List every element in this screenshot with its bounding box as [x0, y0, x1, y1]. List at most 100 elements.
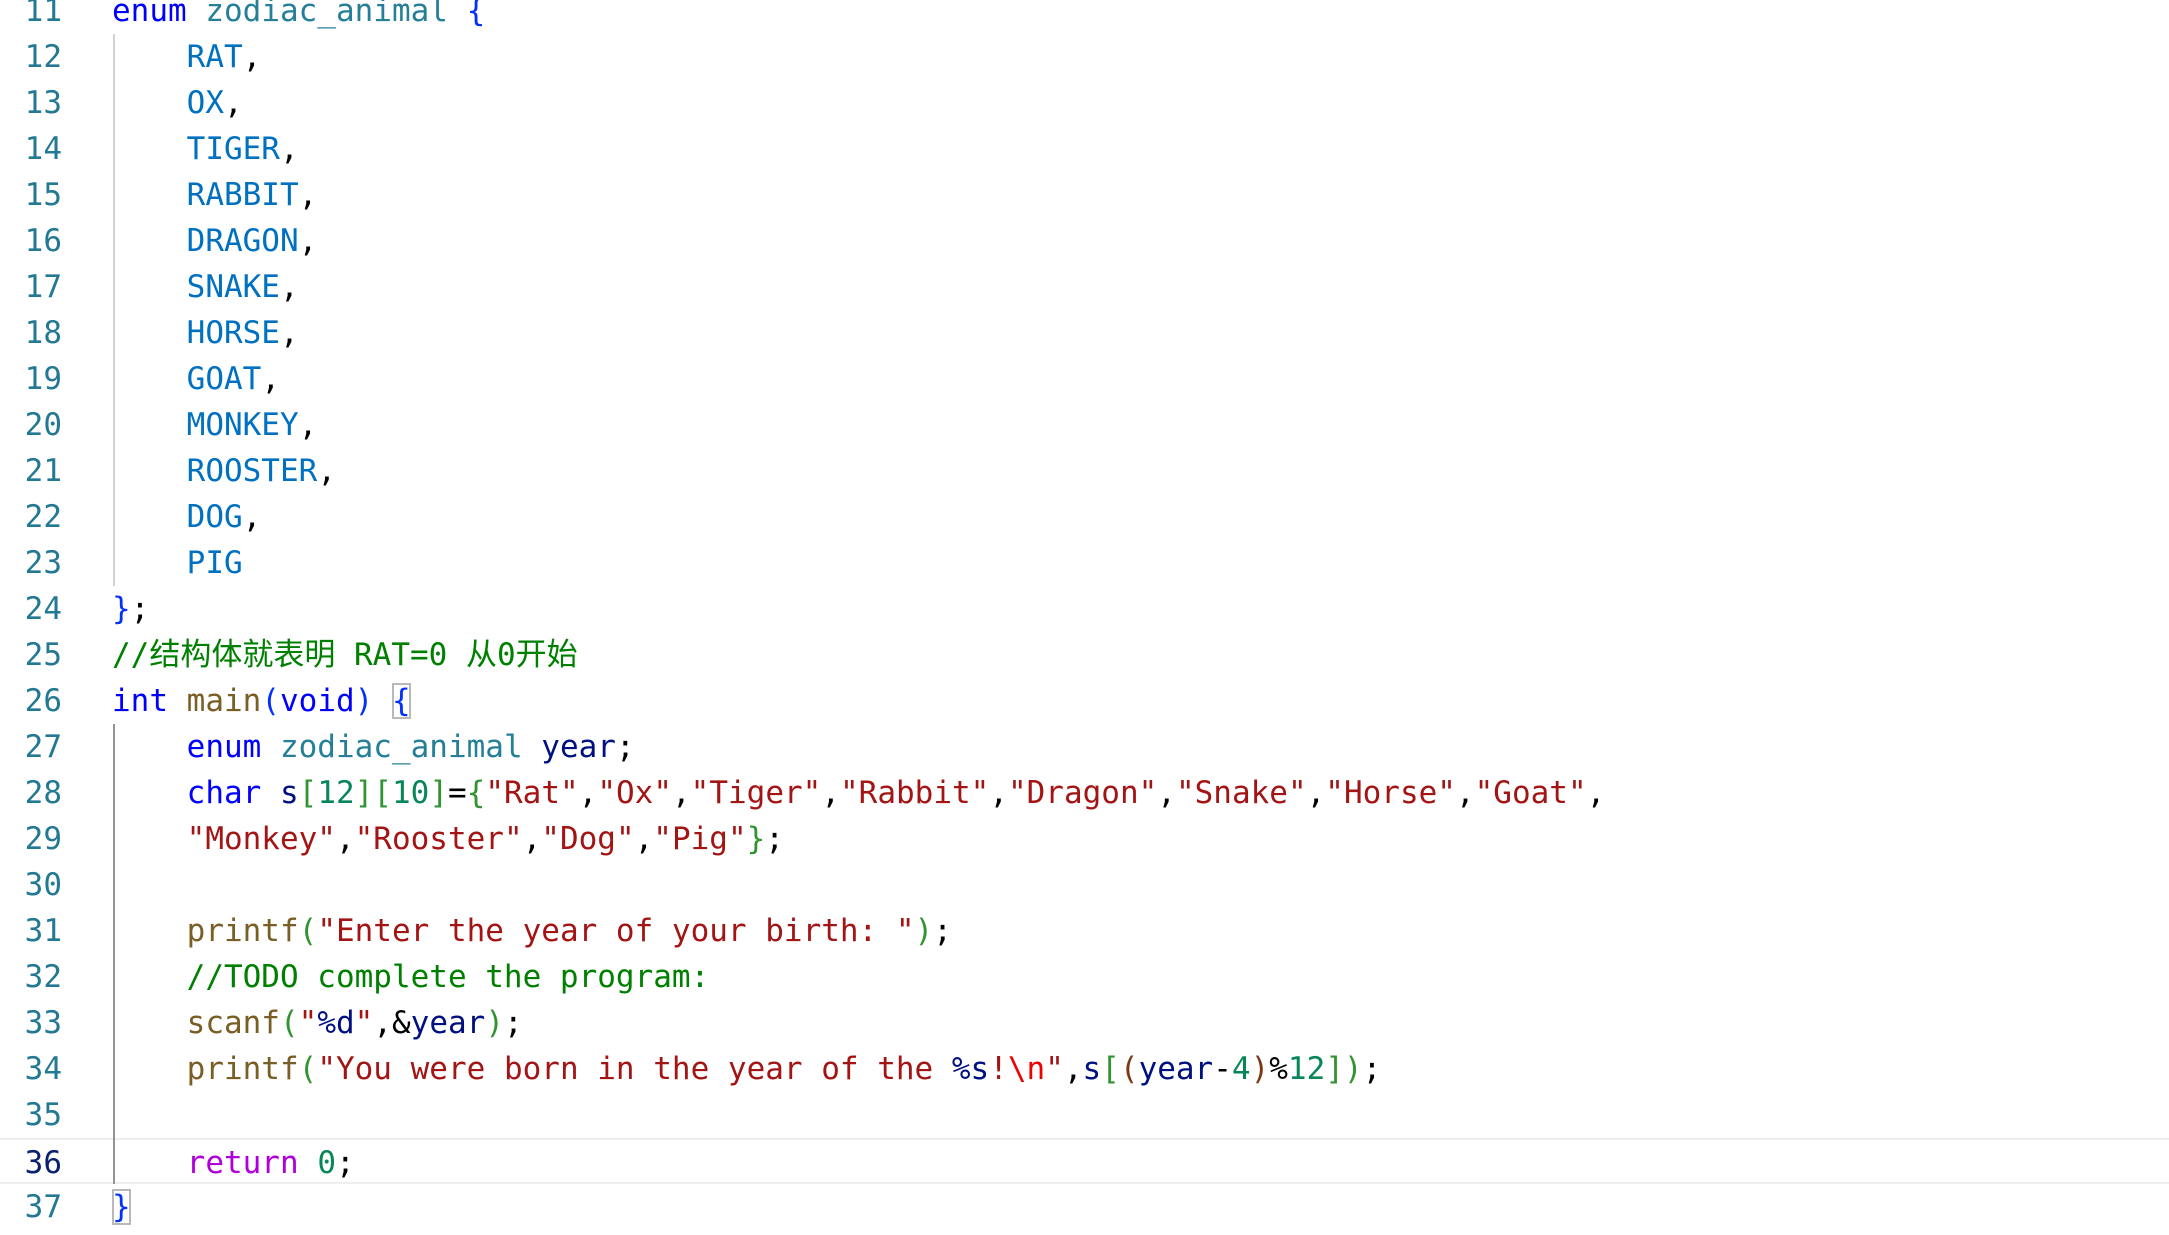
code-text[interactable]: RABBIT, — [112, 172, 318, 218]
code-token: return — [186, 1145, 299, 1181]
code-token: , — [634, 821, 654, 857]
code-editor[interactable]: 11 enum zodiac_animal {12 RAT, 13 OX, 14 TI… — [0, 0, 2169, 1235]
code-line[interactable]: 26 int main(void) { — [0, 678, 2169, 724]
code-token: year — [410, 1005, 486, 1041]
code-text[interactable]: //TODO complete the program: — [112, 954, 710, 1000]
code-text[interactable]: PIG — [112, 540, 243, 586]
code-text[interactable]: enum zodiac_animal { — [112, 0, 485, 34]
code-token: int — [112, 683, 168, 719]
code-text[interactable]: char s[12][10]={"Rat","Ox","Tiger","Rabb… — [112, 770, 1606, 816]
code-line[interactable]: 18 HORSE, — [0, 310, 2169, 356]
code-text[interactable]: scanf("%d",&year); — [112, 1000, 523, 1046]
code-line[interactable]: 21 ROOSTER, — [0, 448, 2169, 494]
code-token: ROOSTER — [186, 453, 318, 489]
code-token: { — [392, 683, 411, 719]
code-line[interactable]: 12 RAT, — [0, 34, 2169, 80]
code-text[interactable]: } — [112, 1184, 131, 1230]
code-text[interactable]: int main(void) { — [112, 678, 411, 724]
code-line[interactable]: 17 SNAKE, — [0, 264, 2169, 310]
code-token: " — [298, 1005, 318, 1041]
code-text[interactable]: MONKEY, — [112, 402, 318, 448]
code-line[interactable]: 34 printf("You were born in the year of … — [0, 1046, 2169, 1092]
code-token: , — [1157, 775, 1176, 811]
code-line[interactable]: 32 //TODO complete the program: — [0, 954, 2169, 1000]
code-text[interactable]: GOAT, — [112, 356, 280, 402]
code-line[interactable]: 13 OX, — [0, 80, 2169, 126]
code-text[interactable]: DRAGON, — [112, 218, 318, 264]
line-number: 20 — [24, 407, 62, 443]
code-token: OX — [186, 85, 224, 121]
code-text[interactable]: //结构体就表明 RAT=0 从0开始 — [112, 632, 578, 678]
code-text[interactable]: HORSE, — [112, 310, 299, 356]
code-line[interactable]: 35 — [0, 1092, 2169, 1138]
line-number: 31 — [24, 913, 62, 949]
code-text[interactable]: SNAKE, — [112, 264, 299, 310]
code-text[interactable]: enum zodiac_animal year; — [112, 724, 635, 770]
code-text[interactable]: printf("You were born in the year of the… — [112, 1046, 1382, 1092]
line-number: 19 — [24, 361, 62, 397]
code-token: , — [279, 131, 299, 167]
code-text[interactable]: printf("Enter the year of your birth: ")… — [112, 908, 952, 954]
code-token: //TODO complete the program: — [186, 959, 710, 995]
code-line[interactable]: 15 RABBIT, — [0, 172, 2169, 218]
line-number: 22 — [24, 499, 62, 535]
code-line[interactable]: 29 "Monkey","Rooster","Dog","Pig"}; — [0, 816, 2169, 862]
code-token: , — [223, 85, 243, 121]
code-token: void — [280, 683, 355, 719]
code-token: , — [279, 269, 299, 305]
code-text[interactable]: }; — [112, 586, 149, 632]
code-token: year — [1138, 1051, 1214, 1087]
code-line[interactable]: 27 enum zodiac_animal year; — [0, 724, 2169, 770]
code-line[interactable]: 11 enum zodiac_animal { — [0, 0, 2169, 34]
code-token: DOG — [186, 499, 243, 535]
code-text[interactable]: "Monkey","Rooster","Dog","Pig"}; — [112, 816, 784, 862]
code-token: PIG — [186, 545, 243, 581]
line-number: 27 — [24, 729, 62, 765]
code-line[interactable]: 14 TIGER, — [0, 126, 2169, 172]
code-line[interactable]: 19 GOAT, — [0, 356, 2169, 402]
code-token: "Rooster" — [354, 821, 523, 857]
code-line[interactable]: 37} — [0, 1184, 2169, 1230]
code-token: } — [112, 591, 131, 627]
code-line[interactable]: 16 DRAGON, — [0, 218, 2169, 264]
code-token: , — [242, 39, 262, 75]
code-token: ,& — [373, 1005, 411, 1041]
code-text[interactable]: DOG, — [112, 494, 262, 540]
code-line[interactable]: 25 //结构体就表明 RAT=0 从0开始 — [0, 632, 2169, 678]
code-line[interactable]: 31 printf("Enter the year of your birth:… — [0, 908, 2169, 954]
code-token: scanf — [186, 1005, 280, 1041]
code-token: , — [279, 315, 299, 351]
code-line[interactable]: 28 char s[12][10]={"Rat","Ox","Tiger","R… — [0, 770, 2169, 816]
code-token: \n — [1007, 1051, 1046, 1087]
code-line[interactable]: 33 scanf("%d",&year); — [0, 1000, 2169, 1046]
line-number: 13 — [24, 85, 62, 121]
code-line[interactable]: 20 MONKEY, — [0, 402, 2169, 448]
code-text[interactable]: return 0; — [112, 1140, 355, 1186]
code-token: "Monkey" — [186, 821, 336, 857]
code-token: "Ox" — [597, 775, 672, 811]
code-line[interactable]: 30 — [0, 862, 2169, 908]
code-text[interactable]: TIGER, — [112, 126, 299, 172]
code-line[interactable]: 24}; — [0, 586, 2169, 632]
code-line[interactable]: 22 DOG, — [0, 494, 2169, 540]
code-text[interactable]: OX, — [112, 80, 243, 126]
code-token: "Dog" — [541, 821, 635, 857]
code-text[interactable]: RAT, — [112, 34, 262, 80]
code-line[interactable]: 23 PIG — [0, 540, 2169, 586]
line-number: 12 — [24, 39, 62, 75]
code-text[interactable]: ROOSTER, — [112, 448, 336, 494]
code-line[interactable]: 36 return 0; — [0, 1138, 2169, 1184]
